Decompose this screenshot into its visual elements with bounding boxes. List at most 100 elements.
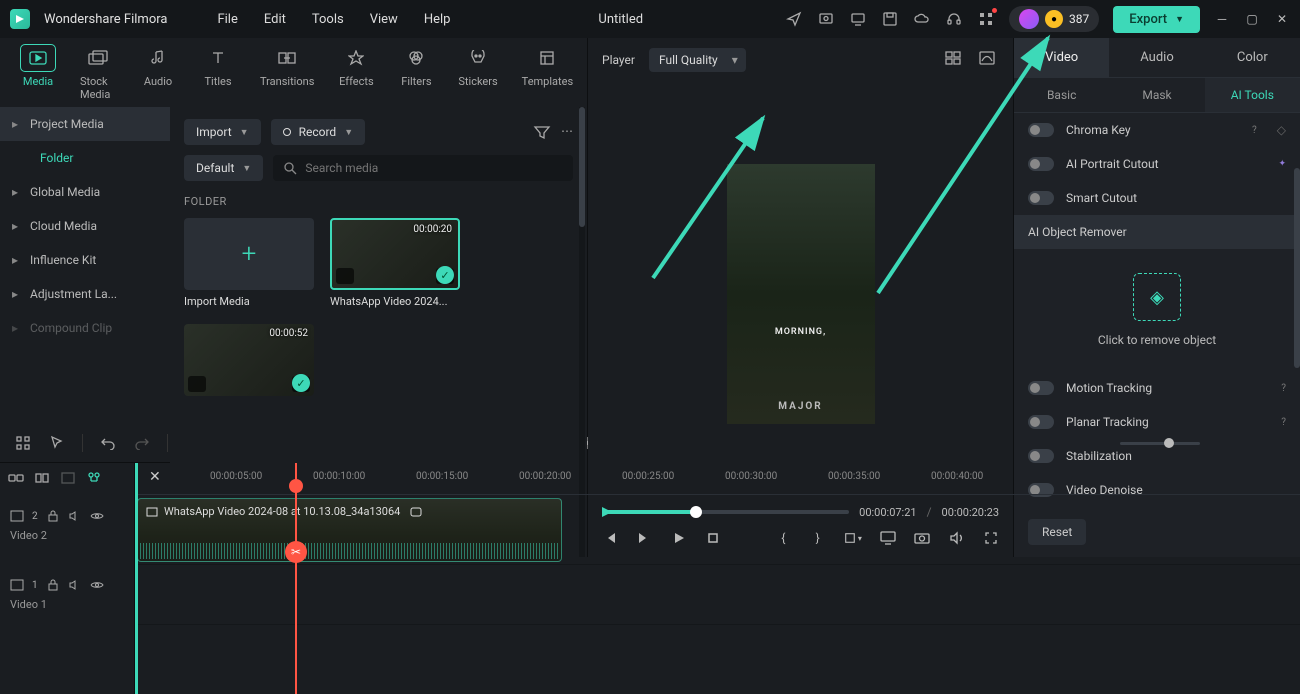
mute-icon[interactable] — [68, 578, 82, 592]
tab-stock-media[interactable]: Stock Media — [80, 44, 116, 107]
app-title: Wondershare Filmora — [44, 12, 167, 27]
track-headers: 2 Video 2 1 Video 1 — [0, 463, 135, 694]
tool-planar-tracking[interactable]: Planar Tracking? — [1014, 405, 1300, 439]
track-row-1[interactable] — [135, 565, 1300, 625]
toggle[interactable] — [1028, 449, 1054, 463]
toggle[interactable] — [1028, 157, 1054, 171]
help-icon[interactable]: ? — [1281, 417, 1286, 428]
sidebar-item-global-media[interactable]: ▸Global Media — [0, 175, 170, 209]
toggle[interactable] — [1028, 191, 1054, 205]
filter-icon[interactable] — [533, 124, 551, 140]
tab-audio[interactable]: Audio — [1109, 38, 1204, 77]
track-link-icon[interactable] — [8, 471, 24, 485]
layout-grid-icon[interactable] — [945, 51, 965, 69]
folder-header: FOLDER — [184, 195, 573, 208]
menu-edit[interactable]: Edit — [258, 8, 292, 31]
import-button[interactable]: Import▼ — [184, 119, 261, 145]
cloud-icon[interactable] — [913, 10, 931, 28]
zoom-slider[interactable] — [1120, 442, 1200, 445]
export-button[interactable]: Export▼ — [1113, 6, 1200, 33]
redo-icon[interactable] — [133, 434, 151, 452]
subtab-mask[interactable]: Mask — [1109, 78, 1204, 112]
video-clip[interactable]: WhatsApp Video 2024-08 at 10.13.08_34a13… — [137, 498, 562, 562]
tab-media[interactable]: Media — [20, 44, 56, 107]
tab-templates[interactable]: Templates — [522, 44, 573, 107]
video-preview[interactable]: MORNING, MAJOR — [727, 164, 875, 424]
toggle[interactable] — [1028, 123, 1054, 137]
menu-file[interactable]: File — [211, 8, 243, 31]
track-header-1[interactable]: 1 — [0, 572, 134, 598]
media-card-2[interactable]: 00:00:52 ✓ — [184, 324, 314, 396]
menu-help[interactable]: Help — [418, 8, 457, 31]
search-input[interactable] — [273, 155, 573, 181]
import-media-card[interactable]: + Import Media — [184, 218, 314, 308]
screen-record-icon[interactable] — [817, 10, 835, 28]
minimize-icon[interactable]: ─ — [1214, 11, 1230, 27]
tab-transitions[interactable]: Transitions — [260, 44, 314, 107]
sidebar-item-cloud-media[interactable]: ▸Cloud Media — [0, 209, 170, 243]
tab-filters[interactable]: Filters — [398, 44, 434, 107]
eye-icon[interactable] — [90, 509, 104, 523]
tool-portrait-cutout[interactable]: AI Portrait Cutout✦ — [1014, 147, 1300, 181]
scissors-icon[interactable]: ✂ — [285, 541, 307, 563]
scope-icon[interactable] — [979, 51, 999, 69]
toggle[interactable] — [1028, 415, 1054, 429]
camera-badge-icon — [188, 376, 206, 392]
magnet-icon[interactable] — [14, 434, 32, 452]
lock-icon[interactable] — [46, 578, 60, 592]
timeline-ruler[interactable]: ✕ 00:00:05:00 00:00:10:00 00:00:15:00 00… — [135, 463, 1300, 495]
timeline-panel: ▾ 2 Video 2 1 — [0, 423, 1300, 694]
sort-button[interactable]: Default▼ — [184, 155, 263, 181]
more-icon[interactable]: ⋯ — [561, 124, 573, 140]
inspector-scrollbar[interactable] — [1294, 168, 1300, 368]
tool-object-remover[interactable]: AI Object Remover — [1014, 215, 1300, 249]
media-card-1[interactable]: 00:00:20 ✓ WhatsApp Video 2024... — [330, 218, 460, 308]
sidebar-item-project-media[interactable]: ▸Project Media — [0, 107, 170, 141]
track-auto-icon[interactable] — [60, 471, 76, 485]
lock-icon[interactable] — [46, 509, 60, 523]
tab-color[interactable]: Color — [1205, 38, 1300, 77]
toggle[interactable] — [1028, 381, 1054, 395]
tool-smart-cutout[interactable]: Smart Cutout — [1014, 181, 1300, 215]
close-marker-icon[interactable]: ✕ — [149, 469, 161, 485]
record-button[interactable]: Record▼ — [271, 119, 366, 145]
sidebar-item-compound[interactable]: ▸Compound Clip — [0, 311, 170, 345]
eye-icon[interactable] — [90, 578, 104, 592]
select-icon[interactable] — [48, 434, 66, 452]
tab-titles[interactable]: Titles — [200, 44, 236, 107]
menu-view[interactable]: View — [364, 8, 404, 31]
tab-stickers[interactable]: Stickers — [458, 44, 497, 107]
headphones-icon[interactable] — [945, 10, 963, 28]
mode-tabs: Media Stock Media Audio Titles Transitio… — [0, 38, 587, 107]
help-icon[interactable]: ? — [1281, 383, 1286, 394]
remove-object-icon[interactable] — [1133, 273, 1181, 321]
quality-select[interactable]: Full Quality — [649, 48, 746, 72]
playhead[interactable]: ✂ — [295, 463, 297, 694]
track-group-icon[interactable] — [34, 471, 50, 485]
tab-audio[interactable]: Audio — [140, 44, 176, 107]
credits-pill[interactable]: ● 387 — [1009, 6, 1099, 32]
track-header-2[interactable]: 2 — [0, 503, 134, 529]
tool-chroma-key[interactable]: Chroma Key?◇ — [1014, 113, 1300, 147]
save-icon[interactable] — [881, 10, 899, 28]
tab-effects[interactable]: Effects — [338, 44, 374, 107]
mute-icon[interactable] — [68, 509, 82, 523]
sidebar-item-influence-kit[interactable]: ▸Influence Kit — [0, 243, 170, 277]
undo-icon[interactable] — [99, 434, 117, 452]
tab-video[interactable]: Video — [1014, 38, 1109, 77]
help-icon[interactable]: ? — [1252, 125, 1257, 136]
maximize-icon[interactable]: ▢ — [1244, 11, 1260, 27]
menu-tools[interactable]: Tools — [306, 8, 350, 31]
sidebar-item-adjustment[interactable]: ▸Adjustment La... — [0, 277, 170, 311]
timeline-tracks[interactable]: ✕ 00:00:05:00 00:00:10:00 00:00:15:00 00… — [135, 463, 1300, 694]
send-icon[interactable] — [785, 10, 803, 28]
close-icon[interactable]: ✕ — [1274, 11, 1290, 27]
tool-motion-tracking[interactable]: Motion Tracking? — [1014, 371, 1300, 405]
apps-icon[interactable] — [977, 10, 995, 28]
track-row-2[interactable]: WhatsApp Video 2024-08 at 10.13.08_34a13… — [135, 495, 1300, 565]
track-ai-icon[interactable] — [86, 471, 102, 485]
sidebar-item-folder[interactable]: Folder — [0, 141, 170, 175]
subtab-ai-tools[interactable]: AI Tools — [1205, 78, 1300, 112]
device-icon[interactable] — [849, 10, 867, 28]
subtab-basic[interactable]: Basic — [1014, 78, 1109, 112]
